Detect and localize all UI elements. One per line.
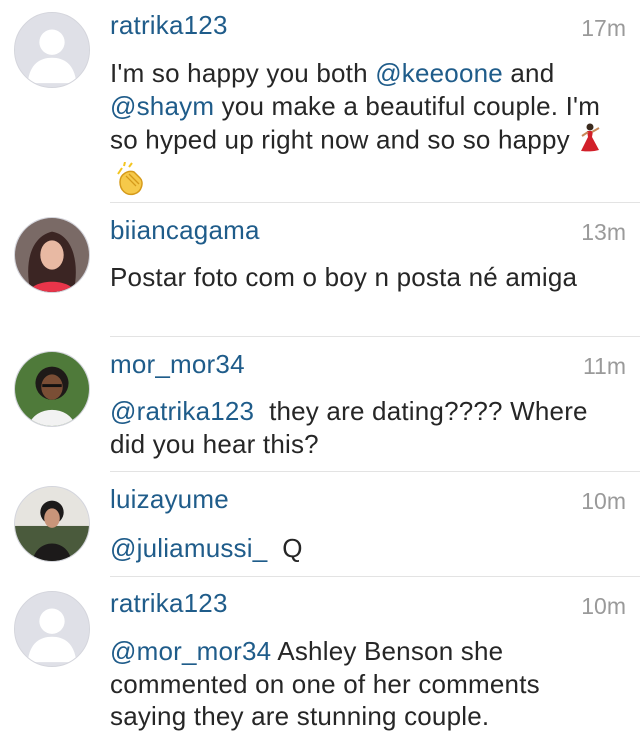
- comment-text: @mor_mor34 Ashley Benson she commented o…: [110, 635, 616, 733]
- comment-username[interactable]: ratrika123: [110, 588, 228, 618]
- comment-text: @ratrika123 they are dating???? Where di…: [110, 395, 616, 460]
- comment-timestamp: 11m: [582, 353, 626, 379]
- text-segment: I'm so happy you both: [110, 58, 376, 88]
- comment-item: ratrika123 10m @mor_mor34 Ashley Benson …: [0, 577, 640, 736]
- text-segment: and: [502, 58, 555, 88]
- text-segment: Q: [267, 533, 303, 563]
- comment-text: Postar foto com o boy n posta né amiga: [110, 261, 616, 294]
- user-photo-avatar[interactable]: [14, 486, 90, 562]
- user-photo-avatar[interactable]: [14, 217, 90, 293]
- comment-item: biiancagama 13m Postar foto com o boy n …: [0, 203, 640, 337]
- comment-username[interactable]: mor_mor34: [110, 349, 245, 379]
- comments-list: ratrika123 17m I'm so happy you both @ke…: [0, 0, 640, 736]
- clapping-hands-emoji-icon: [114, 161, 148, 204]
- dancer-emoji-icon: [577, 122, 603, 162]
- mention-link[interactable]: @juliamussi_: [110, 533, 267, 563]
- mention-link[interactable]: @keeoone: [375, 58, 503, 88]
- default-avatar-icon[interactable]: [14, 12, 90, 88]
- default-avatar-icon[interactable]: [14, 591, 90, 667]
- mention-link[interactable]: @ratrika123: [110, 396, 254, 426]
- comment-username[interactable]: luizayume: [110, 484, 229, 514]
- comment-timestamp: 17m: [581, 15, 626, 41]
- comment-item: mor_mor34 11m @ratrika123 they are datin…: [0, 337, 640, 472]
- user-photo-avatar[interactable]: [14, 351, 90, 427]
- comment-text: @juliamussi_ Q: [110, 532, 616, 565]
- comment-username[interactable]: ratrika123: [110, 10, 228, 40]
- mention-link[interactable]: @shaym: [110, 91, 214, 121]
- comment-timestamp: 10m: [581, 488, 626, 514]
- comment-item: luizayume 10m @juliamussi_ Q: [0, 472, 640, 577]
- comment-item: ratrika123 17m I'm so happy you both @ke…: [0, 0, 640, 203]
- comment-text: I'm so happy you both @keeoone and @shay…: [110, 57, 616, 203]
- mention-link[interactable]: @mor_mor34: [110, 636, 271, 666]
- text-segment: Postar foto com o boy n posta né amiga: [110, 262, 578, 292]
- comment-username[interactable]: biiancagama: [110, 215, 260, 245]
- comment-timestamp: 10m: [581, 593, 626, 619]
- comment-timestamp: 13m: [581, 219, 626, 245]
